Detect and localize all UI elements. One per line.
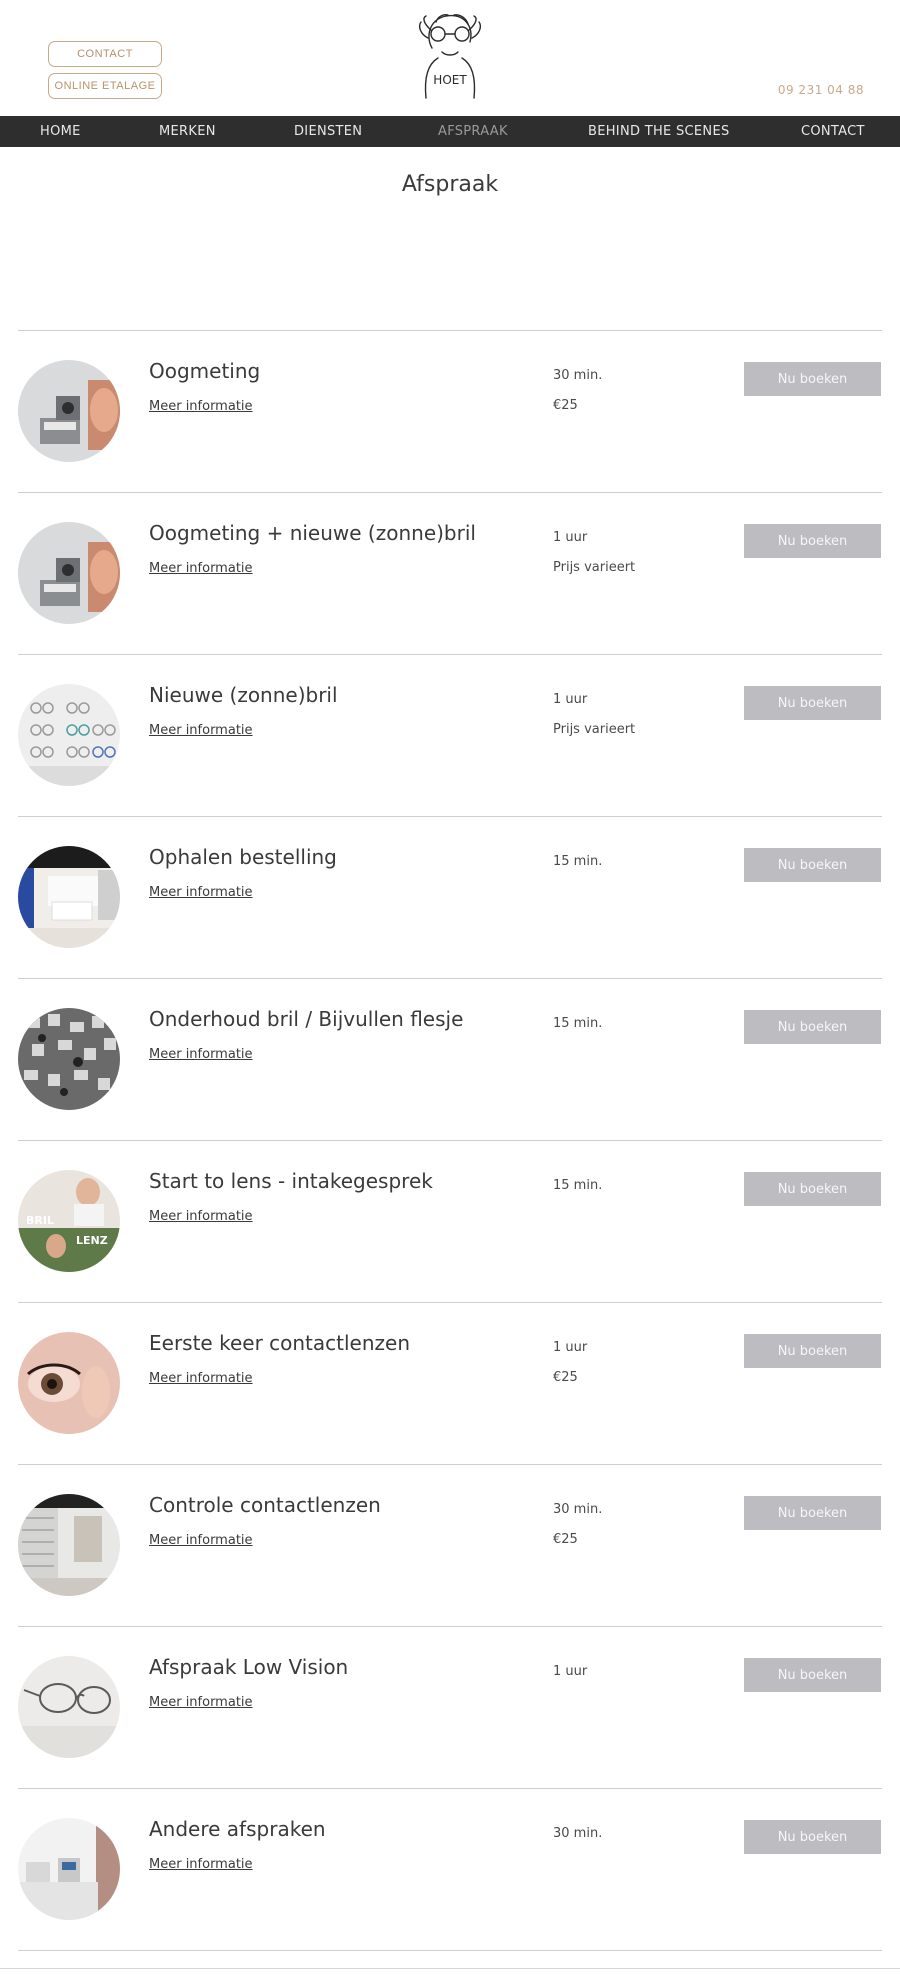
service-duration: 1 uur [553, 1664, 588, 1679]
service-image [18, 1494, 120, 1596]
meer-informatie-link[interactable]: Meer informatie [149, 1695, 253, 1710]
main-nav: HOME MERKEN DIENSTEN AFSPRAAK BEHIND THE… [0, 116, 900, 147]
service-item-ophalen-bestelling: Ophalen bestelling Meer informatie 15 mi… [18, 817, 882, 978]
service-image [18, 1332, 120, 1434]
service-price: Prijs varieert [553, 722, 636, 737]
meer-informatie-link[interactable]: Meer informatie [149, 723, 253, 738]
service-title: Nieuwe (zonne)bril [149, 683, 338, 707]
meer-informatie-link[interactable]: Meer informatie [149, 1371, 253, 1386]
service-duration: 1 uur [553, 692, 588, 707]
nav-item-diensten[interactable]: DIENSTEN [294, 116, 362, 147]
meer-informatie-link[interactable]: Meer informatie [149, 1209, 253, 1224]
meer-informatie-link[interactable]: Meer informatie [149, 885, 253, 900]
nav-item-contact[interactable]: CONTACT [801, 116, 865, 147]
nav-item-afspraak[interactable]: AFSPRAAK [438, 116, 508, 147]
nu-boeken-button[interactable]: Nu boeken [744, 362, 881, 396]
page-title: Afspraak [401, 172, 499, 197]
nu-boeken-button[interactable]: Nu boeken [744, 1496, 881, 1530]
divider [18, 1950, 882, 1951]
service-duration: 15 min. [553, 1016, 603, 1031]
service-duration: 1 uur [553, 1340, 588, 1355]
nu-boeken-button[interactable]: Nu boeken [744, 1172, 881, 1206]
service-title: Afspraak Low Vision [149, 1655, 349, 1679]
service-image: BRIL LENZ [18, 1170, 120, 1272]
header-online-etalage-button[interactable]: ONLINE ETALAGE [48, 73, 162, 99]
service-image [18, 1008, 120, 1110]
service-price: €25 [553, 1370, 578, 1385]
service-duration: 30 min. [553, 1826, 603, 1841]
service-image [18, 1818, 120, 1920]
service-item-andere-afspraken: Andere afspraken Meer informatie 30 min.… [18, 1789, 882, 1950]
service-item-afspraak-low-vision: Afspraak Low Vision Meer informatie 1 uu… [18, 1627, 882, 1788]
service-item-oogmeting-nieuwe-bril: Oogmeting + nieuwe (zonne)bril Meer info… [18, 493, 882, 654]
service-title: Start to lens - intakegesprek [149, 1169, 433, 1193]
nu-boeken-button[interactable]: Nu boeken [744, 1010, 881, 1044]
nu-boeken-button[interactable]: Nu boeken [744, 1658, 881, 1692]
footer-divider [0, 1968, 900, 1969]
service-title: Ophalen bestelling [149, 845, 337, 869]
service-duration: 30 min. [553, 1502, 603, 1517]
service-item-start-to-lens: BRIL LENZ Start to lens - intakegesprek … [18, 1141, 882, 1302]
hoet-logo[interactable]: HOET [404, 8, 496, 100]
meer-informatie-link[interactable]: Meer informatie [149, 1857, 253, 1872]
service-title: Oogmeting + nieuwe (zonne)bril [149, 521, 476, 545]
service-title: Andere afspraken [149, 1817, 326, 1841]
service-item-nieuwe-bril: Nieuwe (zonne)bril Meer informatie 1 uur… [18, 655, 882, 816]
service-duration: 1 uur [553, 530, 588, 545]
site-header: CONTACT ONLINE ETALAGE HOET 09 231 04 88 [0, 0, 900, 116]
service-title: Onderhoud bril / Bijvullen flesje [149, 1007, 464, 1031]
nav-item-merken[interactable]: MERKEN [159, 116, 216, 147]
service-image [18, 522, 120, 624]
meer-informatie-link[interactable]: Meer informatie [149, 399, 253, 414]
nav-item-behind-the-scenes[interactable]: BEHIND THE SCENES [588, 116, 730, 147]
service-item-eerste-keer-contactlenzen: Eerste keer contactlenzen Meer informati… [18, 1303, 882, 1464]
service-image [18, 846, 120, 948]
image-text-bril: BRIL [26, 1214, 54, 1227]
service-price: €25 [553, 1532, 578, 1547]
nu-boeken-button[interactable]: Nu boeken [744, 686, 881, 720]
nu-boeken-button[interactable]: Nu boeken [744, 524, 881, 558]
service-price: €25 [553, 398, 578, 413]
service-title: Controle contactlenzen [149, 1493, 381, 1517]
meer-informatie-link[interactable]: Meer informatie [149, 1047, 253, 1062]
service-image [18, 684, 120, 786]
image-text-lenz: LENZ [76, 1234, 108, 1247]
service-duration: 15 min. [553, 854, 603, 869]
service-duration: 30 min. [553, 368, 603, 383]
logo-text: HOET [433, 73, 467, 87]
service-title: Eerste keer contactlenzen [149, 1331, 411, 1355]
nu-boeken-button[interactable]: Nu boeken [744, 1820, 881, 1854]
nav-item-home[interactable]: HOME [40, 116, 81, 147]
nu-boeken-button[interactable]: Nu boeken [744, 848, 881, 882]
service-image [18, 1656, 120, 1758]
service-title: Oogmeting [149, 359, 261, 383]
meer-informatie-link[interactable]: Meer informatie [149, 1533, 253, 1548]
meer-informatie-link[interactable]: Meer informatie [149, 561, 253, 576]
service-duration: 15 min. [553, 1178, 603, 1193]
service-image [18, 360, 120, 462]
service-list: Oogmeting Meer informatie 30 min. €25 Nu… [18, 330, 882, 1951]
nu-boeken-button[interactable]: Nu boeken [744, 1334, 881, 1368]
service-item-controle-contactlenzen: Controle contactlenzen Meer informatie 3… [18, 1465, 882, 1626]
service-price: Prijs varieert [553, 560, 636, 575]
service-item-oogmeting: Oogmeting Meer informatie 30 min. €25 Nu… [18, 331, 882, 492]
service-item-onderhoud-bril: Onderhoud bril / Bijvullen flesje Meer i… [18, 979, 882, 1140]
header-contact-button[interactable]: CONTACT [48, 41, 162, 67]
phone-number[interactable]: 09 231 04 88 [778, 83, 864, 97]
